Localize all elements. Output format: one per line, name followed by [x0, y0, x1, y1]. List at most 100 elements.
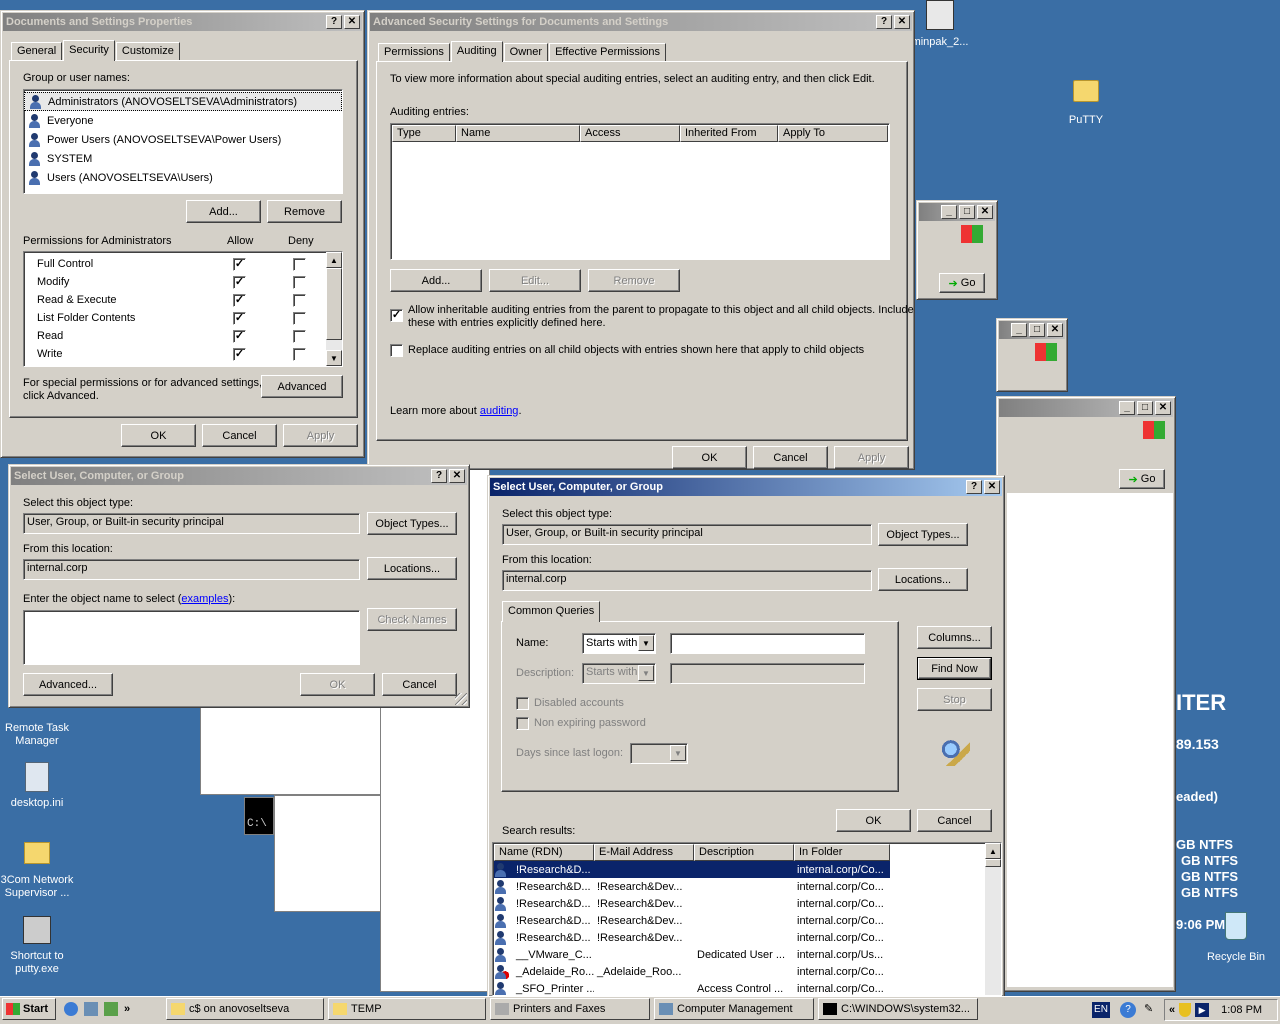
column-name-rdn[interactable]: Name (RDN): [494, 844, 594, 861]
locations-button[interactable]: Locations...: [367, 557, 457, 580]
tab-auditing[interactable]: Auditing: [450, 41, 503, 62]
cancel-button[interactable]: Cancel: [917, 809, 992, 832]
examples-link[interactable]: examples: [181, 593, 228, 605]
add-button[interactable]: Add...: [390, 269, 482, 292]
advanced-button[interactable]: Advanced: [261, 375, 343, 398]
close-icon[interactable]: ✕: [344, 15, 360, 29]
user-list[interactable]: Administrators (ANOVOSELTSEVA\Administra…: [23, 89, 343, 194]
vertical-scrollbar[interactable]: ▲: [985, 843, 1001, 995]
background-explorer-window-1[interactable]: _ □ ✕ ➔ Go: [916, 200, 998, 300]
allow-checkbox[interactable]: ✓: [233, 294, 246, 307]
table-row[interactable]: !Research&D... !Research&Dev... internal.c…: [494, 912, 890, 929]
object-name-input[interactable]: [23, 610, 360, 665]
help-icon[interactable]: ?: [431, 469, 447, 483]
resize-grip-icon[interactable]: [455, 693, 467, 705]
desktop-icon-minpak[interactable]: minpak_2...: [910, 0, 970, 49]
minimize-icon[interactable]: _: [941, 205, 957, 219]
vertical-scrollbar[interactable]: ▲ ▼: [326, 252, 342, 366]
deny-checkbox[interactable]: [293, 276, 306, 289]
close-icon[interactable]: ✕: [1047, 323, 1063, 337]
allow-checkbox[interactable]: ✓: [233, 330, 246, 343]
deny-checkbox[interactable]: [293, 330, 306, 343]
apply-button[interactable]: Apply: [283, 424, 358, 447]
shield-icon[interactable]: [1179, 1003, 1192, 1017]
object-types-button[interactable]: Object Types...: [878, 523, 968, 546]
search-results-list[interactable]: Name (RDN) E-Mail Address Description In…: [492, 842, 1002, 996]
tab-owner[interactable]: Owner: [503, 43, 549, 61]
network-icon[interactable]: [84, 1002, 98, 1016]
check-names-button[interactable]: Check Names: [367, 608, 457, 631]
deny-checkbox[interactable]: [293, 294, 306, 307]
deny-checkbox[interactable]: [293, 258, 306, 271]
maximize-icon[interactable]: □: [1137, 401, 1153, 415]
advanced-button[interactable]: Advanced...: [23, 673, 113, 696]
allow-checkbox[interactable]: ✓: [233, 276, 246, 289]
start-button[interactable]: Start: [2, 998, 56, 1020]
column-inherited-from[interactable]: Inherited From: [680, 125, 778, 142]
table-row[interactable]: __VMware_C... Dedicated User ... internal.…: [494, 946, 890, 963]
table-row[interactable]: _Adelaide_Ro... _Adelaide_Roo... internal.…: [494, 963, 890, 980]
allow-checkbox[interactable]: ✓: [233, 348, 246, 361]
maximize-icon[interactable]: □: [959, 205, 975, 219]
table-row[interactable]: !Research&D... internal.corp/Co...: [494, 861, 890, 878]
chevron-down-icon[interactable]: ▼: [638, 635, 654, 651]
tab-effective-permissions[interactable]: Effective Permissions: [549, 43, 667, 61]
deny-checkbox[interactable]: [293, 312, 306, 325]
list-item[interactable]: Everyone: [24, 111, 342, 130]
column-name[interactable]: Name: [456, 125, 580, 142]
table-row[interactable]: !Research&D... !Research&Dev... internal.c…: [494, 878, 890, 895]
column-in-folder[interactable]: In Folder: [794, 844, 890, 861]
ok-button[interactable]: OK: [300, 673, 375, 696]
column-email[interactable]: E-Mail Address: [594, 844, 694, 861]
deny-checkbox[interactable]: [293, 348, 306, 361]
task-button-printers[interactable]: Printers and Faxes: [490, 998, 650, 1020]
minimize-icon[interactable]: _: [1011, 323, 1027, 337]
scroll-up-icon[interactable]: ▲: [985, 843, 1001, 859]
close-icon[interactable]: ✕: [1155, 401, 1171, 415]
find-now-button[interactable]: Find Now: [917, 657, 992, 680]
remove-button[interactable]: Remove: [588, 269, 680, 292]
name-input[interactable]: [670, 633, 865, 654]
allow-checkbox[interactable]: ✓: [233, 258, 246, 271]
maximize-icon[interactable]: □: [1029, 323, 1045, 337]
background-explorer-window-3[interactable]: _ □ ✕ ➔ Go: [996, 396, 1176, 992]
properties-dialog[interactable]: Documents and Settings Properties? ✕ Gene…: [0, 10, 365, 458]
pen-tray-icon[interactable]: ✎: [1144, 1002, 1158, 1018]
list-item[interactable]: Administrators (ANOVOSELTSEVA\Administra…: [24, 92, 342, 111]
auditing-entries-list[interactable]: Type Name Access Inherited From Apply To: [390, 123, 890, 260]
ok-button[interactable]: OK: [836, 809, 911, 832]
help-tray-icon[interactable]: ?: [1120, 1002, 1136, 1018]
locations-button[interactable]: Locations...: [878, 568, 968, 591]
chevron-right-icon[interactable]: »: [124, 1003, 130, 1015]
minimize-icon[interactable]: _: [1119, 401, 1135, 415]
allow-checkbox[interactable]: ✓: [233, 312, 246, 325]
stop-button[interactable]: Stop: [917, 688, 992, 711]
task-button-temp[interactable]: TEMP: [328, 998, 486, 1020]
help-icon[interactable]: ?: [876, 15, 892, 29]
select-user-dialog-basic[interactable]: Select User, Computer, or Group? ✕ Select…: [8, 464, 470, 708]
list-item[interactable]: Power Users (ANOVOSELTSEVA\Power Users): [24, 130, 342, 149]
task-button-cmd[interactable]: C:\WINDOWS\system32...: [818, 998, 978, 1020]
list-item[interactable]: SYSTEM: [24, 149, 342, 168]
cancel-button[interactable]: Cancel: [753, 446, 828, 469]
tab-permissions[interactable]: Permissions: [378, 43, 450, 61]
tab-customize[interactable]: Customize: [115, 42, 180, 60]
tool-icon[interactable]: [104, 1002, 118, 1016]
scroll-down-icon[interactable]: ▼: [326, 350, 342, 366]
replace-checkbox[interactable]: [390, 344, 403, 357]
cancel-button[interactable]: Cancel: [382, 673, 457, 696]
tab-general[interactable]: General: [11, 42, 63, 60]
help-icon[interactable]: ?: [966, 480, 982, 494]
close-icon[interactable]: ✕: [894, 15, 910, 29]
select-user-dialog-advanced[interactable]: Select User, Computer, or Group? ✕ Select…: [487, 475, 1005, 997]
desktop-icon-putty-shortcut[interactable]: Shortcut to putty.exe: [2, 916, 72, 976]
desktop-icon-desktop-ini[interactable]: desktop.ini: [2, 762, 72, 810]
close-icon[interactable]: ✕: [984, 480, 1000, 494]
add-button[interactable]: Add...: [186, 200, 261, 223]
remove-button[interactable]: Remove: [267, 200, 342, 223]
column-apply-to[interactable]: Apply To: [778, 125, 888, 142]
ok-button[interactable]: OK: [672, 446, 747, 469]
close-icon[interactable]: ✕: [449, 469, 465, 483]
go-button[interactable]: ➔ Go: [1119, 469, 1165, 489]
task-button-computer-management[interactable]: Computer Management: [654, 998, 814, 1020]
